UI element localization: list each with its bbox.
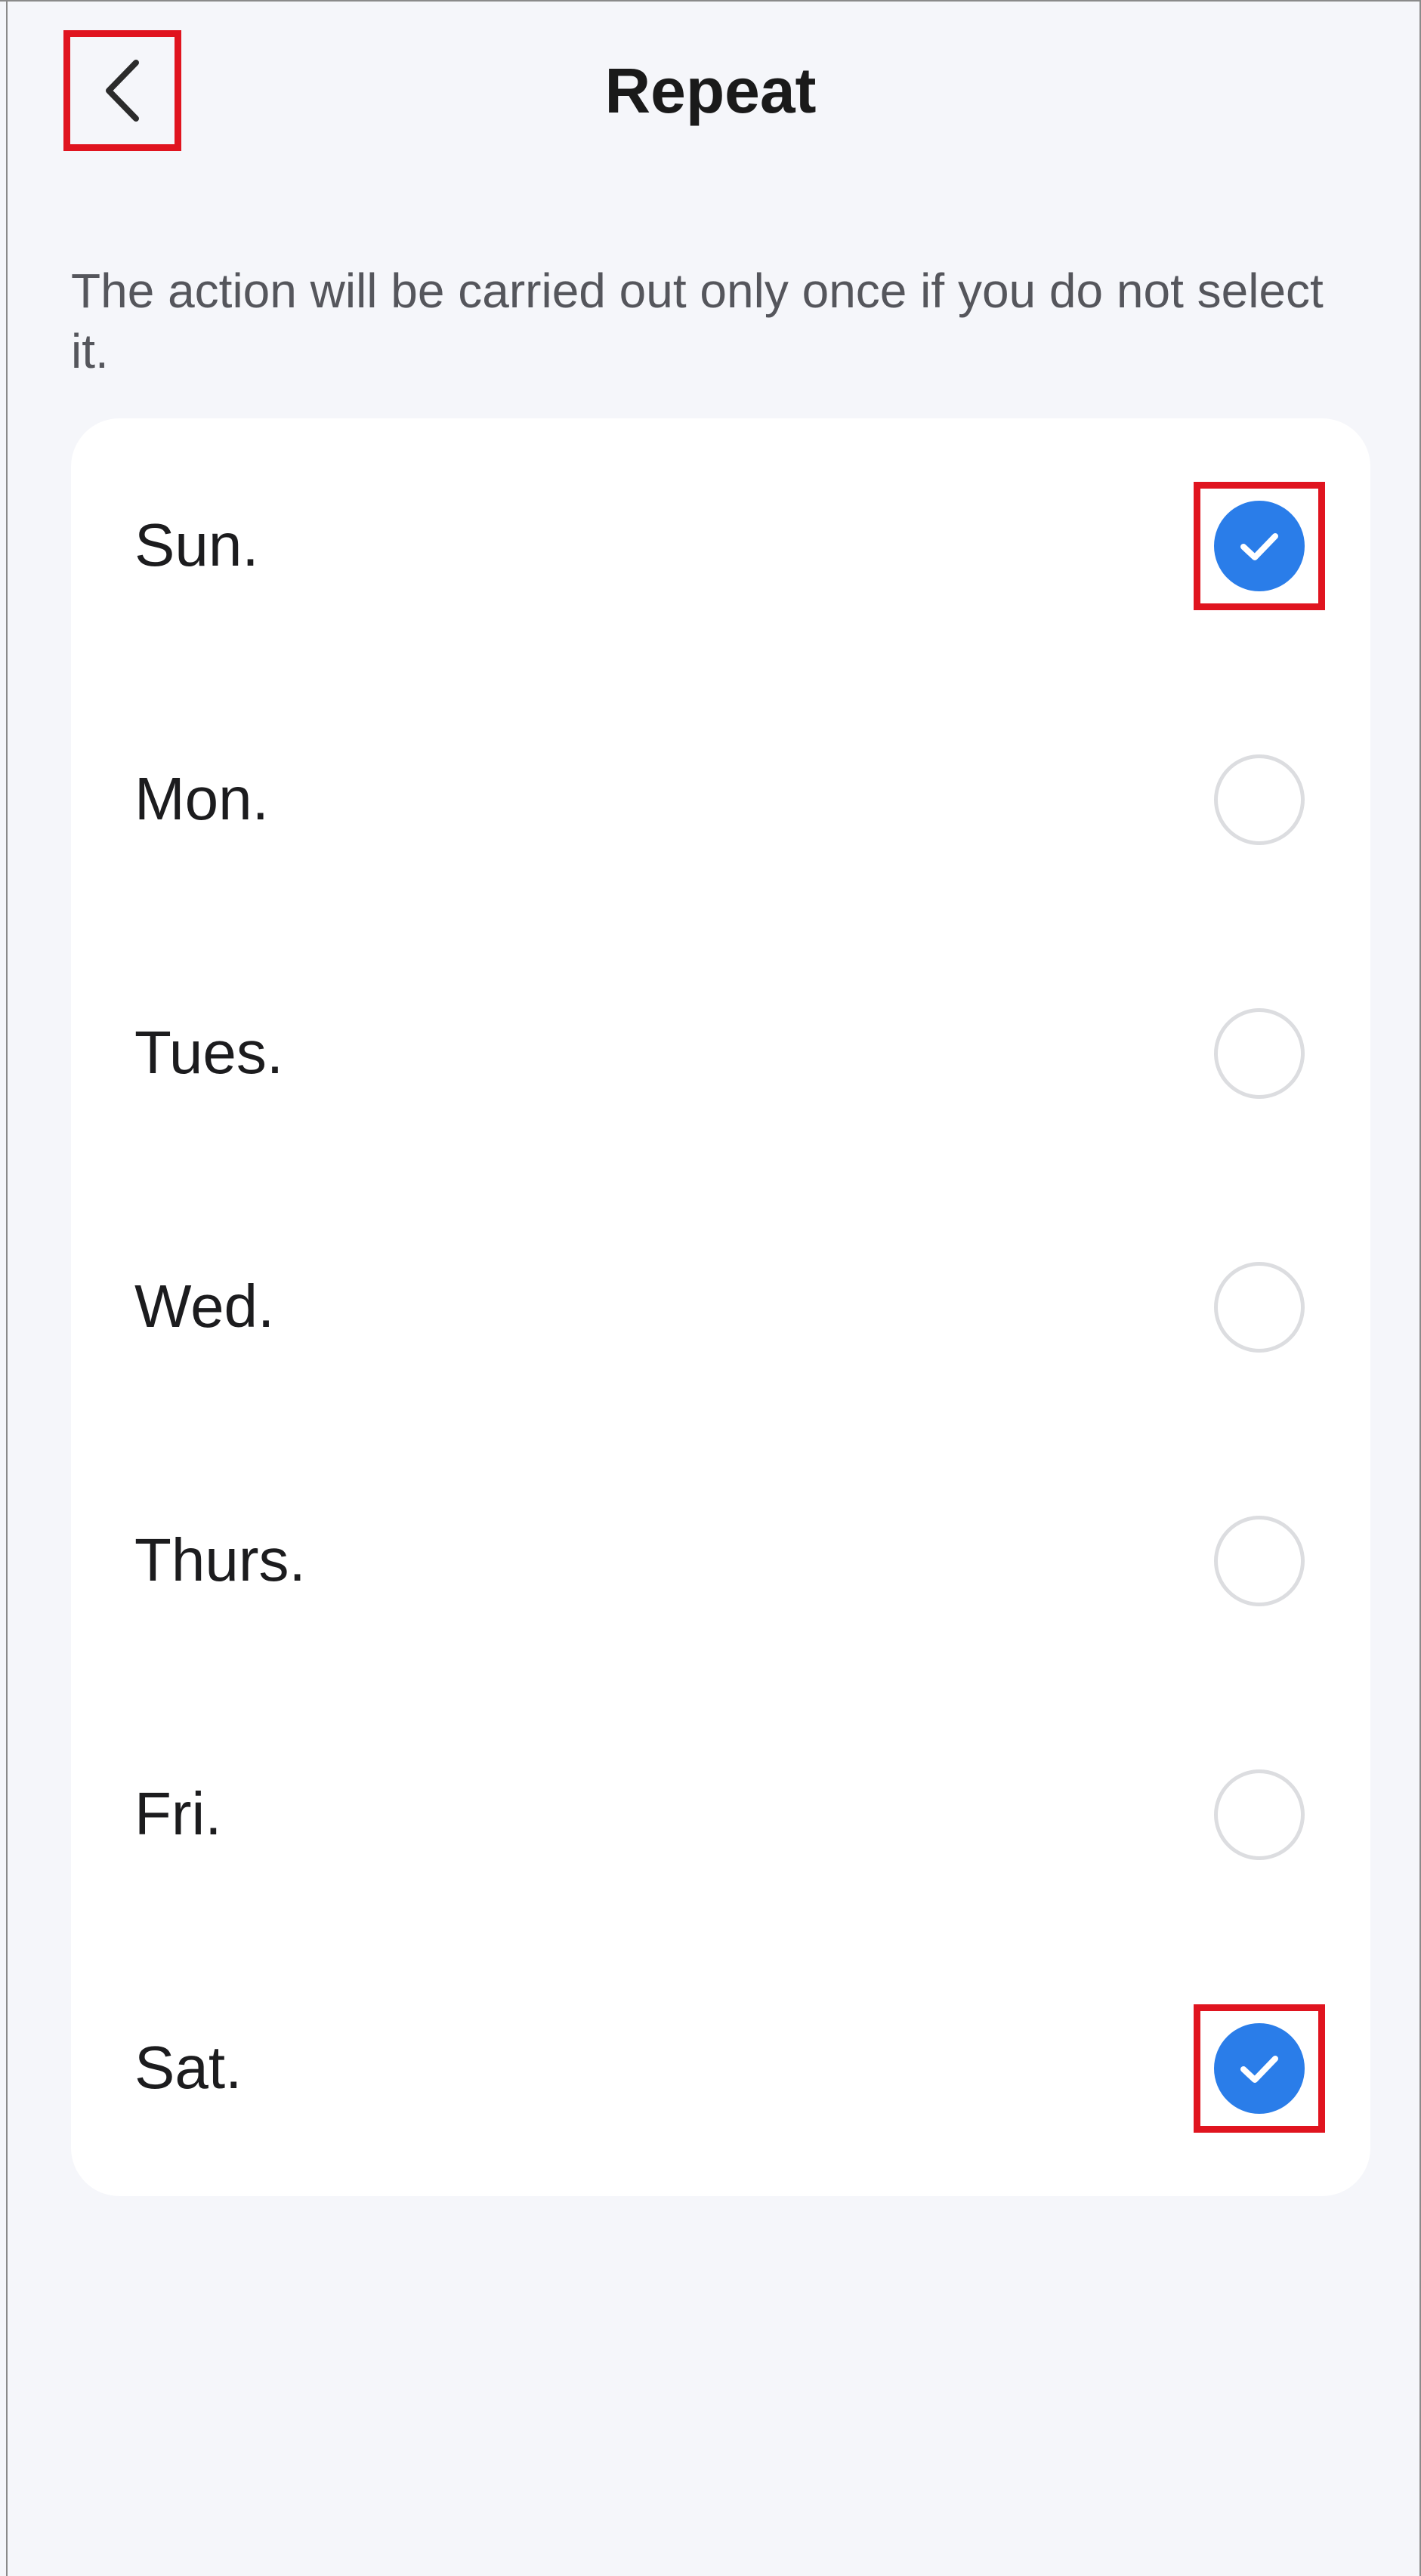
day-label: Thurs. <box>134 1526 306 1593</box>
unchecked-circle-icon <box>1214 1262 1305 1353</box>
repeat-hint-text: The action will be carried out only once… <box>71 264 1324 378</box>
back-button[interactable] <box>63 30 181 151</box>
day-label: Wed. <box>134 1273 275 1340</box>
day-checkbox-fri[interactable] <box>1194 1751 1325 1879</box>
day-label: Sat. <box>134 2034 242 2101</box>
day-checkbox-wed[interactable] <box>1194 1243 1325 1371</box>
day-checkbox-tues[interactable] <box>1194 989 1325 1118</box>
frame-border-left <box>6 0 8 2576</box>
day-checkbox-thurs[interactable] <box>1194 1497 1325 1625</box>
page-title: Repeat <box>604 55 817 126</box>
day-label: Sun. <box>134 511 259 578</box>
checked-circle-icon <box>1214 2023 1305 2114</box>
day-row-sun[interactable]: Sun. <box>71 418 1370 672</box>
day-label: Mon. <box>134 765 269 832</box>
frame-border-top <box>0 0 1421 2</box>
day-row-tues[interactable]: Tues. <box>71 926 1370 1180</box>
day-checkbox-mon[interactable] <box>1194 736 1325 864</box>
day-label: Tues. <box>134 1019 284 1086</box>
unchecked-circle-icon <box>1214 1516 1305 1606</box>
header-bar: Repeat <box>0 30 1421 155</box>
day-row-wed[interactable]: Wed. <box>71 1180 1370 1433</box>
day-row-mon[interactable]: Mon. <box>71 672 1370 926</box>
day-row-thurs[interactable]: Thurs. <box>71 1433 1370 1687</box>
day-checkbox-sat[interactable] <box>1194 2004 1325 2133</box>
day-label: Fri. <box>134 1780 222 1847</box>
day-checkbox-sun[interactable] <box>1194 482 1325 610</box>
day-row-sat[interactable]: Sat. <box>71 1941 1370 2195</box>
unchecked-circle-icon <box>1214 754 1305 845</box>
checkmark-icon <box>1240 2056 1278 2083</box>
checked-circle-icon <box>1214 501 1305 591</box>
chevron-left-icon <box>106 60 139 122</box>
day-row-fri[interactable]: Fri. <box>71 1687 1370 1941</box>
checkmark-icon <box>1240 533 1278 560</box>
unchecked-circle-icon <box>1214 1769 1305 1860</box>
unchecked-circle-icon <box>1214 1008 1305 1099</box>
days-card: Sun. Mon. Tues. Wed. Thurs. Fri. Sat. <box>71 418 1370 2196</box>
